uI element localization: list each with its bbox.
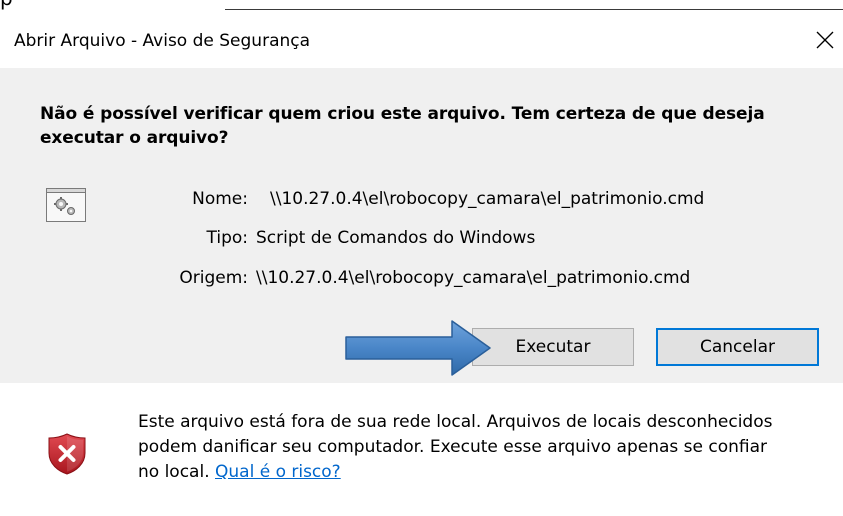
dialog-content: Não é possível verificar quem criou este… (0, 68, 843, 383)
close-icon (816, 31, 833, 49)
blue-arrow-annotation (345, 320, 491, 376)
security-warning-dialog: Abrir Arquivo - Aviso de Segurança Não é… (0, 14, 843, 516)
execute-button[interactable]: Executar (472, 328, 634, 366)
warning-line-1: Este arquivo está fora de sua rede local… (138, 412, 773, 432)
origin-value: \\10.27.0.4\el\robocopy_camara\el_patrim… (256, 268, 691, 288)
close-button[interactable] (806, 22, 843, 58)
warning-line-2: podem danificar seu computador. Execute … (138, 437, 768, 457)
verification-question: Não é possível verificar quem criou este… (40, 104, 765, 148)
dialog-title: Abrir Arquivo - Aviso de Segurança (14, 31, 311, 51)
cancel-button[interactable]: Cancelar (656, 328, 819, 366)
background-window-line (225, 9, 843, 10)
shield-error-icon (48, 433, 86, 475)
warning-line-3-prefix: no local. (138, 462, 215, 482)
warning-line-3: no local. Qual é o risco? (138, 460, 843, 485)
warning-section: Este arquivo está fora de sua rede local… (0, 383, 843, 516)
type-label: Tipo: (206, 228, 248, 248)
type-row: Tipo: Script de Comandos do Windows (0, 228, 843, 252)
name-value: \\10.27.0.4\el\robocopy_camara\el_patrim… (270, 189, 705, 209)
risk-link[interactable]: Qual é o risco? (215, 462, 341, 482)
background-window-edge: p (0, 0, 843, 14)
name-row: Nome: \\10.27.0.4\el\robocopy_camara\el_… (0, 189, 843, 213)
background-window-glyph: p (0, 0, 13, 10)
origin-row: Origem: \\10.27.0.4\el\robocopy_camara\e… (0, 268, 843, 292)
type-value: Script de Comandos do Windows (256, 228, 536, 248)
origin-label: Origem: (179, 268, 248, 288)
title-bar: Abrir Arquivo - Aviso de Segurança (0, 14, 843, 68)
name-label: Nome: (192, 189, 248, 209)
warning-text: Este arquivo está fora de sua rede local… (138, 410, 843, 485)
